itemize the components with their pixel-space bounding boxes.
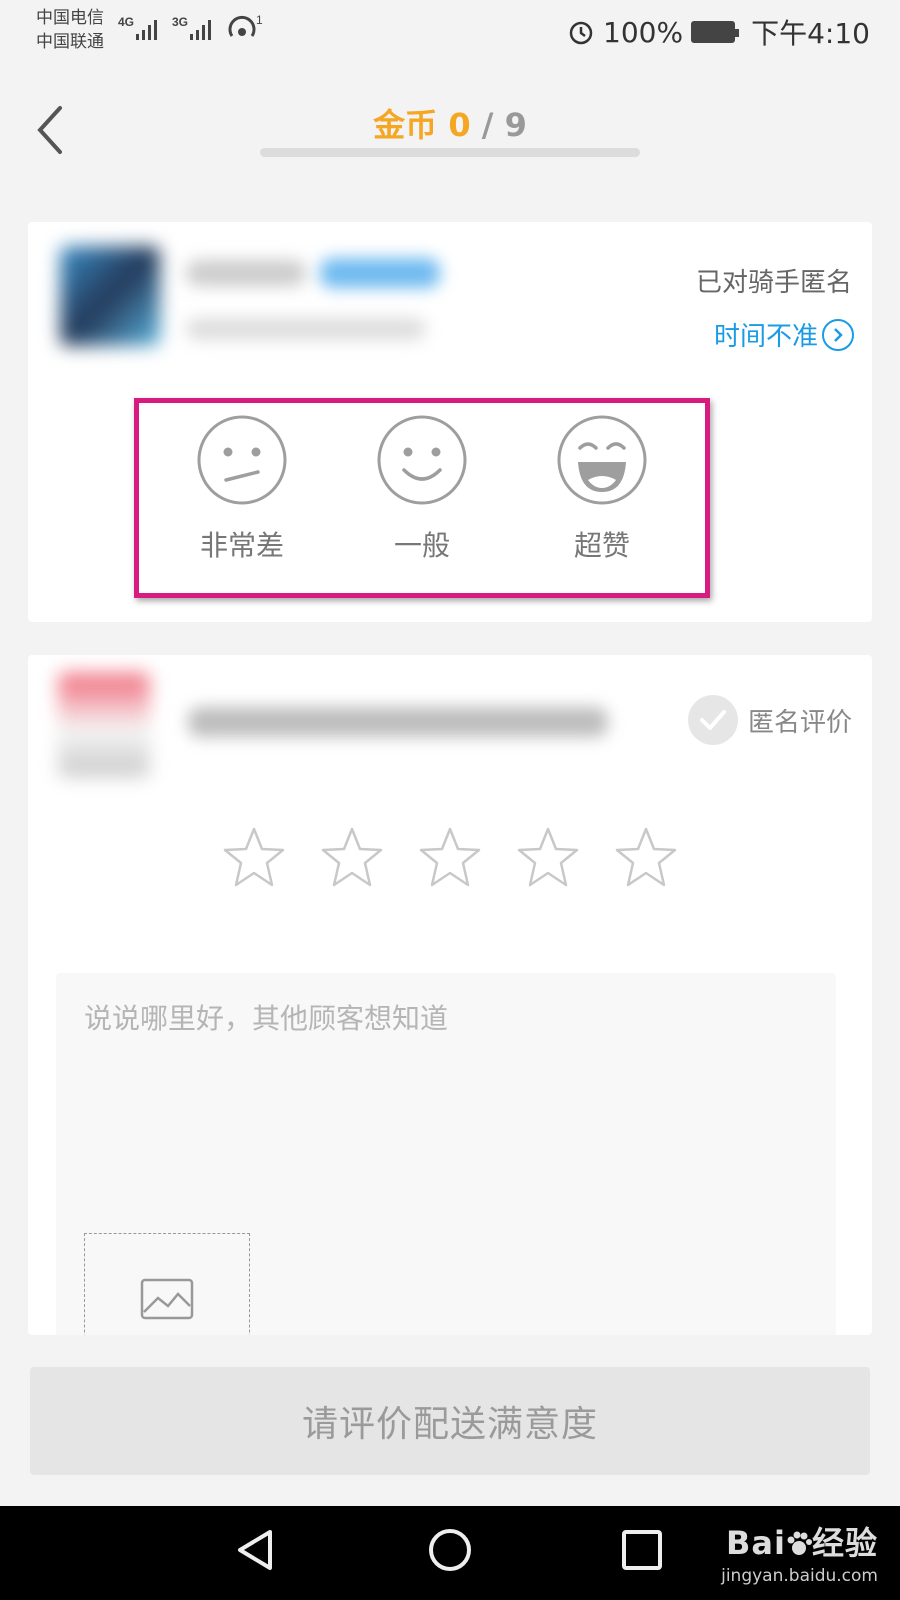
add-photo-button[interactable] bbox=[84, 1233, 250, 1335]
net-type-1: 4G bbox=[118, 15, 134, 29]
status-bar: 中国电信 中国联通 4G 3G 1 100% 下午4:10 bbox=[0, 0, 900, 64]
submit-rating-button[interactable]: 请评价配送满意度 bbox=[30, 1367, 870, 1475]
star-3[interactable] bbox=[418, 825, 482, 893]
star-icon bbox=[615, 827, 677, 887]
carrier-names: 中国电信 中国联通 bbox=[36, 6, 104, 54]
square-recents-icon bbox=[622, 1530, 662, 1570]
star-1[interactable] bbox=[222, 825, 286, 893]
nav-back-button[interactable] bbox=[234, 1526, 278, 1578]
rating-excellent[interactable]: 超赞 bbox=[542, 414, 662, 564]
rating-very-bad[interactable]: 非常差 bbox=[182, 414, 302, 564]
battery-icon bbox=[691, 21, 740, 43]
star-2[interactable] bbox=[320, 825, 384, 893]
watermark-brand-row: Bai 经验 bbox=[721, 1518, 878, 1564]
coins-progress-bar bbox=[260, 148, 640, 157]
rider-anonymous-text: 已对骑手匿名 bbox=[695, 268, 852, 298]
star-rating bbox=[28, 825, 872, 893]
watermark-brand: Bai bbox=[726, 1524, 786, 1562]
signal-3g-icon: 3G bbox=[172, 15, 211, 40]
shop-name-blurred bbox=[188, 707, 608, 737]
alarm-icon bbox=[569, 21, 593, 45]
coins-separator: / bbox=[481, 106, 494, 144]
star-icon bbox=[321, 827, 383, 887]
rider-avatar bbox=[60, 246, 160, 346]
watermark-url: jingyan.baidu.com bbox=[721, 1566, 878, 1586]
coins-label: 金币 bbox=[373, 106, 438, 144]
watermark-brand-suffix: 经验 bbox=[811, 1524, 878, 1562]
time-inaccurate-link[interactable]: 时间不准 bbox=[714, 316, 854, 353]
time-inaccurate-label: 时间不准 bbox=[713, 322, 818, 352]
delivery-rating-card: 已对骑手匿名 时间不准 非常差 一般 超赞 bbox=[28, 222, 872, 622]
rating-label-very-bad: 非常差 bbox=[199, 529, 284, 562]
shop-review-card: 匿名评价 说说哪里好，其他顾客想知道 bbox=[28, 655, 872, 1335]
signal-4g-icon: 4G bbox=[118, 15, 157, 40]
rider-info-blurred bbox=[186, 318, 426, 340]
circle-home-icon bbox=[429, 1529, 471, 1571]
net-type-2: 3G bbox=[172, 15, 188, 29]
nav-home-button[interactable] bbox=[426, 1526, 474, 1578]
check-icon bbox=[687, 695, 738, 745]
star-4[interactable] bbox=[516, 825, 580, 893]
image-icon bbox=[140, 1278, 194, 1320]
rider-badge-blurred bbox=[320, 258, 440, 288]
coins-current: 0 bbox=[448, 106, 471, 144]
comment-placeholder: 说说哪里好，其他顾客想知道 bbox=[84, 1002, 449, 1035]
status-right: 100% 下午4:10 bbox=[567, 12, 870, 52]
coins-total: 9 bbox=[504, 106, 527, 144]
comment-textarea[interactable]: 说说哪里好，其他顾客想知道 bbox=[56, 973, 836, 1335]
star-5[interactable] bbox=[614, 825, 678, 893]
star-icon bbox=[419, 827, 481, 887]
laugh-face-icon bbox=[557, 415, 647, 505]
star-icon bbox=[223, 827, 285, 887]
anonymous-review-toggle[interactable]: 匿名评价 bbox=[687, 695, 852, 745]
anonymous-review-label: 匿名评价 bbox=[747, 707, 852, 738]
paw-icon bbox=[787, 1531, 812, 1555]
clock: 下午4:10 bbox=[751, 17, 870, 50]
star-icon bbox=[517, 827, 579, 887]
rating-label-average: 一般 bbox=[393, 529, 450, 562]
android-nav-bar: Bai 经验 jingyan.baidu.com bbox=[0, 1506, 900, 1600]
nav-recents-button[interactable] bbox=[618, 1526, 666, 1578]
hotspot-icon: 1 bbox=[228, 13, 263, 37]
rider-name-blurred bbox=[186, 260, 306, 286]
shop-avatar bbox=[58, 673, 150, 777]
chevron-right-circle-icon bbox=[822, 318, 854, 351]
header: 金币 0 / 9 bbox=[0, 80, 900, 180]
smile-face-icon bbox=[377, 415, 467, 505]
hotspot-count: 1 bbox=[256, 13, 263, 27]
carrier-1: 中国电信 bbox=[36, 8, 104, 28]
carrier-2: 中国联通 bbox=[36, 32, 104, 52]
battery-percent: 100% bbox=[603, 15, 684, 49]
baidu-watermark: Bai 经验 jingyan.baidu.com bbox=[721, 1518, 878, 1586]
rating-average[interactable]: 一般 bbox=[362, 414, 482, 564]
triangle-back-icon bbox=[238, 1530, 272, 1570]
rating-label-excellent: 超赞 bbox=[573, 529, 630, 562]
coins-counter: 金币 0 / 9 bbox=[0, 100, 900, 146]
neutral-face-icon bbox=[197, 415, 287, 505]
